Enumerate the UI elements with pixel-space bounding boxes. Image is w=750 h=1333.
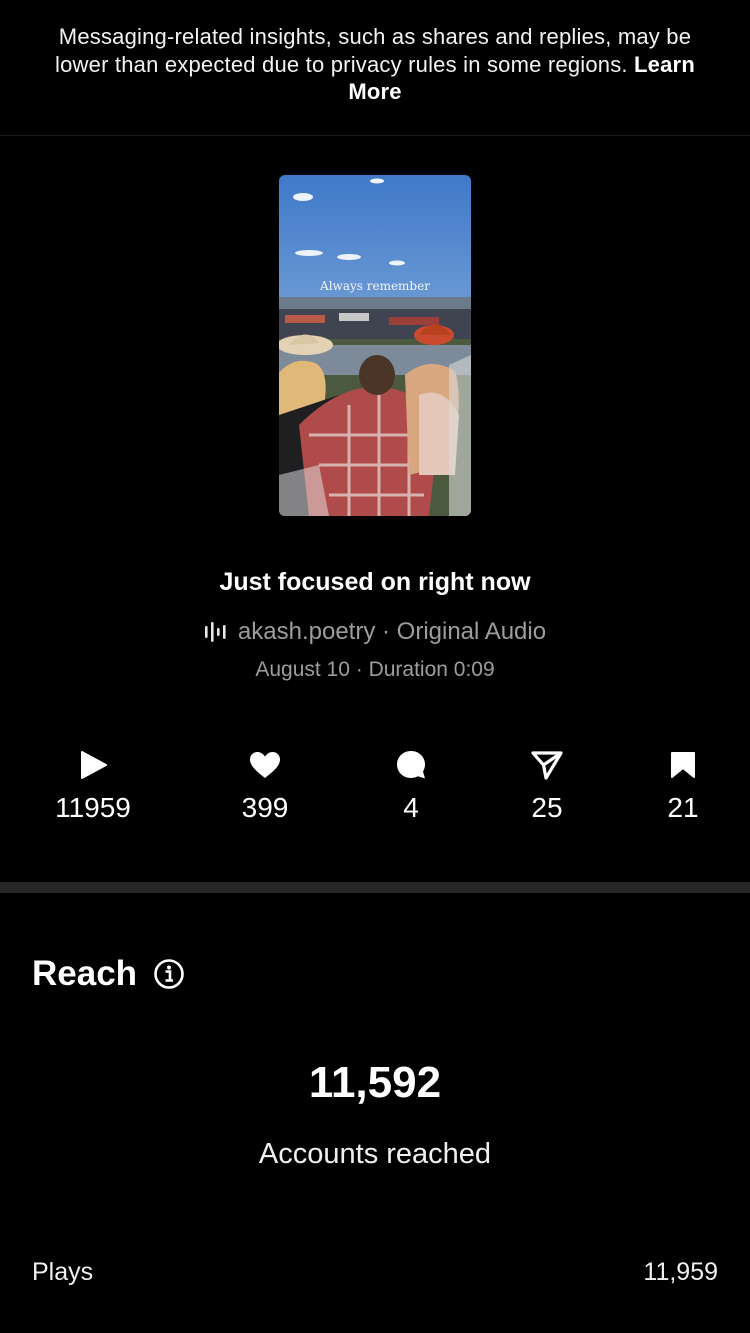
section-divider xyxy=(0,882,750,893)
audio-waveform-icon xyxy=(204,622,226,642)
reel-caption-overlay: Always remember xyxy=(320,279,430,293)
reach-heading: Reach xyxy=(32,954,185,994)
bookmark-icon xyxy=(613,748,750,782)
privacy-notice-text: Messaging-related insights, such as shar… xyxy=(40,23,710,106)
plays-count: 11959 xyxy=(55,792,131,823)
comments-count: 4 xyxy=(403,792,419,823)
share-send-icon xyxy=(477,748,617,782)
accounts-reached-value: 11,592 xyxy=(308,1058,442,1107)
stat-likes: 399 xyxy=(195,748,335,824)
metric-row-plays: Plays 11,959 xyxy=(32,1258,718,1287)
shares-count: 25 xyxy=(531,792,563,823)
reel-title: Just focused on right now xyxy=(219,568,531,596)
metric-value: 11,959 xyxy=(643,1258,718,1286)
audio-info[interactable]: akash.poetry · Original Audio xyxy=(0,618,750,646)
stat-plays: 11959 xyxy=(23,748,163,824)
audio-text: akash.poetry · Original Audio xyxy=(237,618,547,645)
metric-label: Plays xyxy=(32,1258,94,1286)
comment-bubble-icon xyxy=(341,748,481,782)
accounts-reached-label: Accounts reached xyxy=(258,1138,492,1170)
heart-icon xyxy=(195,748,335,782)
stat-comments: 4 xyxy=(341,748,481,824)
privacy-notice-message: Messaging-related insights, such as shar… xyxy=(55,24,692,77)
reel-thumbnail[interactable]: Always remember xyxy=(279,175,471,516)
audio-name: Original Audio xyxy=(396,618,547,645)
post-date: August 10 xyxy=(255,658,350,681)
post-duration: Duration 0:09 xyxy=(368,658,495,681)
stat-shares: 25 xyxy=(477,748,617,824)
play-icon xyxy=(23,748,163,782)
reach-title: Reach xyxy=(32,954,138,993)
stat-saves: 21 xyxy=(613,748,750,824)
reel-thumbnail-image xyxy=(279,175,471,516)
post-meta: August 10 · Duration 0:09 xyxy=(255,658,495,681)
info-icon[interactable] xyxy=(153,958,185,990)
saves-count: 21 xyxy=(667,792,699,823)
likes-count: 399 xyxy=(241,792,289,823)
audio-user: akash.poetry xyxy=(237,618,376,645)
privacy-notice: Messaging-related insights, such as shar… xyxy=(0,0,750,136)
